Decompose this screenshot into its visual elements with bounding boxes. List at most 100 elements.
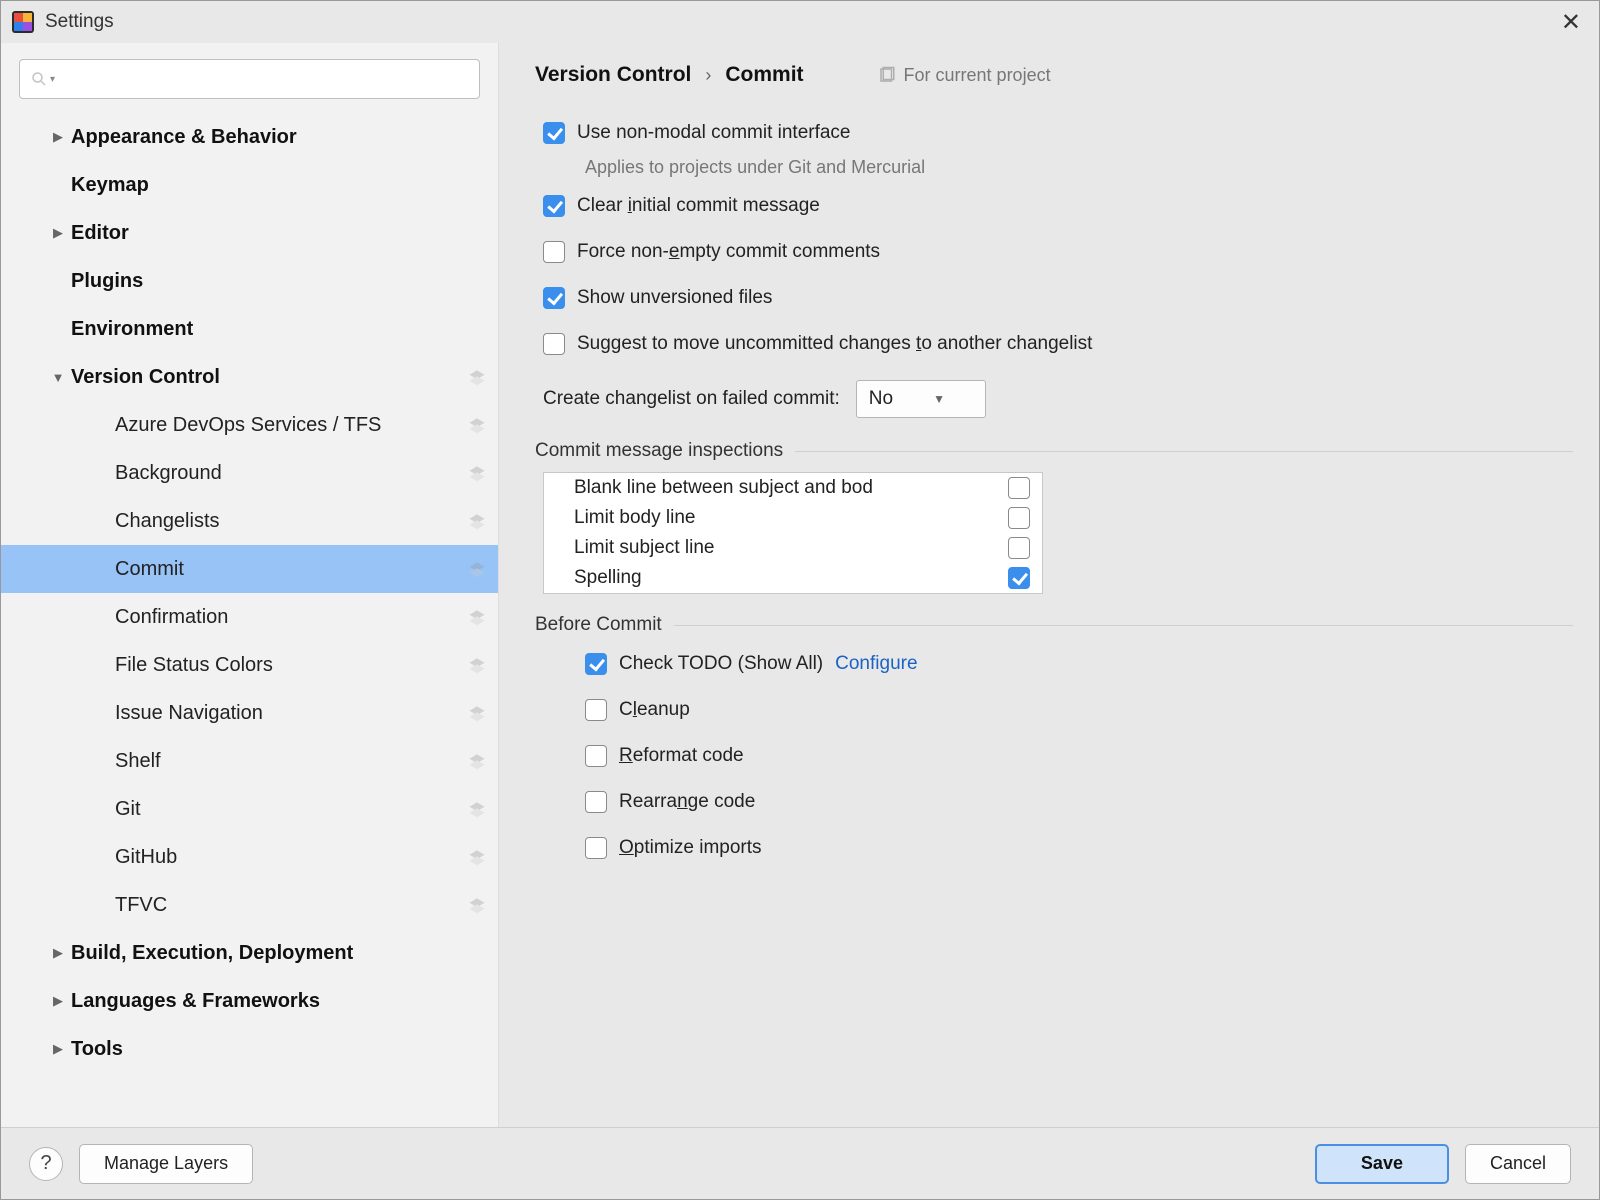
sidebar-item-version-control[interactable]: ▼Version Control bbox=[1, 353, 498, 401]
layers-icon bbox=[468, 608, 486, 626]
sidebar-item-environment[interactable]: Environment bbox=[1, 305, 498, 353]
check-todo-checkbox[interactable] bbox=[585, 653, 607, 675]
tree-caret-icon: ▶ bbox=[45, 945, 71, 961]
layers-icon bbox=[468, 416, 486, 434]
layers-icon bbox=[468, 800, 486, 818]
inspection-checkbox[interactable] bbox=[1008, 567, 1030, 589]
search-input[interactable]: ▾ bbox=[19, 59, 480, 99]
sidebar-item-label: Shelf bbox=[115, 750, 468, 773]
inspection-label: Limit body line bbox=[574, 507, 695, 529]
layers-icon bbox=[468, 560, 486, 578]
save-button[interactable]: Save bbox=[1315, 1144, 1449, 1184]
show-unversioned-label: Show unversioned files bbox=[577, 287, 772, 309]
sidebar-item-label: File Status Colors bbox=[115, 654, 468, 677]
window-title: Settings bbox=[45, 11, 114, 33]
project-scope-icon bbox=[878, 66, 896, 84]
inspections-header: Commit message inspections bbox=[535, 440, 1573, 462]
sidebar-item-appearance-behavior[interactable]: ▶Appearance & Behavior bbox=[1, 113, 498, 161]
inspection-row[interactable]: Limit body line bbox=[544, 503, 1042, 533]
manage-layers-button[interactable]: Manage Layers bbox=[79, 1144, 253, 1184]
sidebar-item-label: TFVC bbox=[115, 894, 468, 917]
inspection-label: Blank line between subject and bod bbox=[574, 477, 873, 499]
search-caret-icon[interactable]: ▾ bbox=[50, 74, 55, 85]
layers-icon bbox=[468, 656, 486, 674]
use-nonmodal-checkbox[interactable] bbox=[543, 122, 565, 144]
breadcrumb-parent: Version Control bbox=[535, 63, 691, 87]
sidebar-item-github[interactable]: GitHub bbox=[1, 833, 498, 881]
sidebar-item-build-execution-deployment[interactable]: ▶Build, Execution, Deployment bbox=[1, 929, 498, 977]
inspection-label: Spelling bbox=[574, 567, 642, 589]
inspection-row[interactable]: Limit subject line bbox=[544, 533, 1042, 563]
sidebar-item-label: Editor bbox=[71, 222, 486, 245]
sidebar-item-shelf[interactable]: Shelf bbox=[1, 737, 498, 785]
show-unversioned-checkbox[interactable] bbox=[543, 287, 565, 309]
cancel-button[interactable]: Cancel bbox=[1465, 1144, 1571, 1184]
sidebar-item-label: Tools bbox=[71, 1038, 486, 1061]
sidebar-item-label: Languages & Frameworks bbox=[71, 990, 486, 1013]
scope-hint: For current project bbox=[878, 65, 1051, 86]
force-nonempty-label: Force non-empty commit comments bbox=[577, 241, 880, 263]
sidebar-item-plugins[interactable]: Plugins bbox=[1, 257, 498, 305]
footer: ? Manage Layers Save Cancel bbox=[1, 1127, 1599, 1199]
clear-initial-checkbox[interactable] bbox=[543, 195, 565, 217]
chevron-right-icon: › bbox=[705, 65, 711, 86]
clear-initial-label: Clear initial commit message bbox=[577, 195, 820, 217]
use-nonmodal-label: Use non-modal commit interface bbox=[577, 122, 851, 144]
sidebar-item-changelists[interactable]: Changelists bbox=[1, 497, 498, 545]
breadcrumb: Version Control › Commit For current pro… bbox=[535, 63, 1573, 87]
reformat-checkbox[interactable] bbox=[585, 745, 607, 767]
sidebar-item-issue-navigation[interactable]: Issue Navigation bbox=[1, 689, 498, 737]
help-button[interactable]: ? bbox=[29, 1147, 63, 1181]
settings-window: Settings ✕ ▾ ▶Appearance & BehaviorKeyma… bbox=[0, 0, 1600, 1200]
sidebar-item-languages-frameworks[interactable]: ▶Languages & Frameworks bbox=[1, 977, 498, 1025]
tree-caret-icon: ▶ bbox=[45, 225, 71, 241]
force-nonempty-checkbox[interactable] bbox=[543, 241, 565, 263]
check-todo-label: Check TODO (Show All) bbox=[619, 653, 823, 675]
sidebar-item-editor[interactable]: ▶Editor bbox=[1, 209, 498, 257]
reformat-label: Reformat code bbox=[619, 745, 744, 767]
layers-icon bbox=[468, 752, 486, 770]
layers-icon bbox=[468, 368, 486, 386]
sidebar-item-tfvc[interactable]: TFVC bbox=[1, 881, 498, 929]
sidebar-item-confirmation[interactable]: Confirmation bbox=[1, 593, 498, 641]
layers-icon bbox=[468, 464, 486, 482]
sidebar-item-background[interactable]: Background bbox=[1, 449, 498, 497]
inspection-row[interactable]: Spelling bbox=[544, 563, 1042, 593]
inspection-checkbox[interactable] bbox=[1008, 507, 1030, 529]
sidebar-item-label: Commit bbox=[115, 558, 468, 581]
layers-icon bbox=[468, 512, 486, 530]
sidebar-item-label: Appearance & Behavior bbox=[71, 126, 486, 149]
settings-tree: ▶Appearance & BehaviorKeymap▶EditorPlugi… bbox=[1, 109, 498, 1127]
optimize-checkbox[interactable] bbox=[585, 837, 607, 859]
sidebar-item-label: Background bbox=[115, 462, 468, 485]
cleanup-label: Cleanup bbox=[619, 699, 690, 721]
sidebar-item-commit[interactable]: Commit bbox=[1, 545, 498, 593]
rearrange-checkbox[interactable] bbox=[585, 791, 607, 813]
configure-link[interactable]: Configure bbox=[835, 653, 917, 675]
rearrange-label: Rearrange code bbox=[619, 791, 755, 813]
layers-icon bbox=[468, 704, 486, 722]
sidebar-item-file-status-colors[interactable]: File Status Colors bbox=[1, 641, 498, 689]
sidebar-item-tools[interactable]: ▶Tools bbox=[1, 1025, 498, 1073]
sidebar-item-keymap[interactable]: Keymap bbox=[1, 161, 498, 209]
titlebar: Settings ✕ bbox=[1, 1, 1599, 43]
sidebar-item-git[interactable]: Git bbox=[1, 785, 498, 833]
chevron-down-icon: ▼ bbox=[933, 392, 945, 406]
sidebar-item-label: Keymap bbox=[71, 174, 486, 197]
create-changelist-select[interactable]: No ▼ bbox=[856, 380, 986, 418]
search-icon bbox=[30, 70, 48, 88]
sidebar-item-label: Environment bbox=[71, 318, 486, 341]
settings-sidebar: ▾ ▶Appearance & BehaviorKeymap▶EditorPlu… bbox=[1, 43, 499, 1127]
sidebar-item-label: GitHub bbox=[115, 846, 468, 869]
suggest-move-checkbox[interactable] bbox=[543, 333, 565, 355]
close-icon[interactable]: ✕ bbox=[1553, 4, 1589, 41]
inspection-row[interactable]: Blank line between subject and bod bbox=[544, 473, 1042, 503]
inspection-checkbox[interactable] bbox=[1008, 477, 1030, 499]
sidebar-item-label: Version Control bbox=[71, 366, 468, 389]
inspections-table: Blank line between subject and bod Limit … bbox=[543, 472, 1043, 594]
sidebar-item-label: Azure DevOps Services / TFS bbox=[115, 414, 468, 437]
layers-icon bbox=[468, 896, 486, 914]
sidebar-item-azure-devops-services-tfs[interactable]: Azure DevOps Services / TFS bbox=[1, 401, 498, 449]
cleanup-checkbox[interactable] bbox=[585, 699, 607, 721]
inspection-checkbox[interactable] bbox=[1008, 537, 1030, 559]
